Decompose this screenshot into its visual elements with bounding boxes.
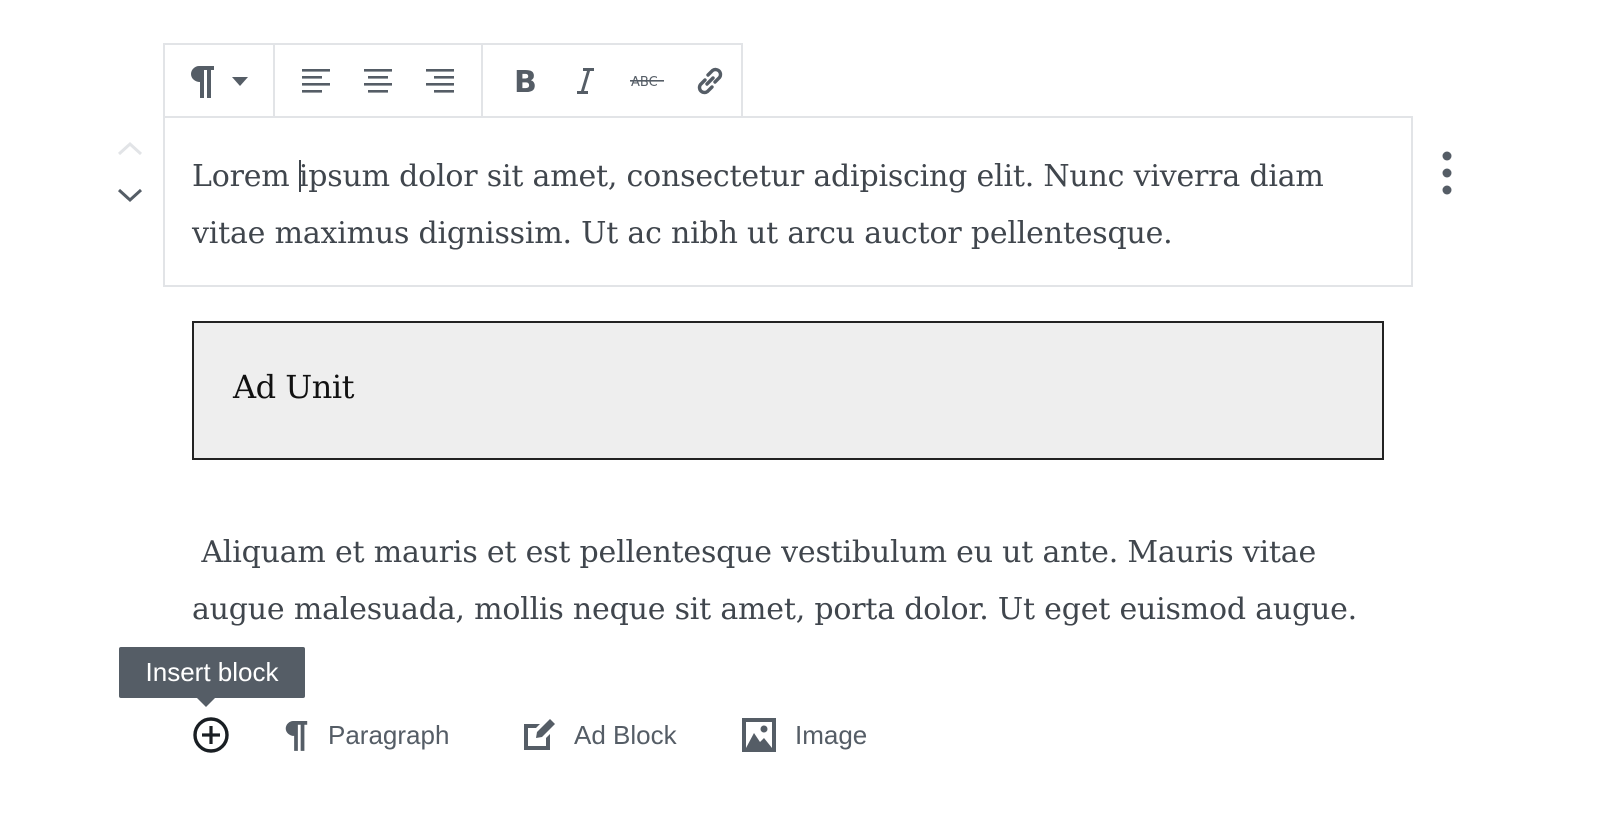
svg-text:ABC: ABC — [631, 75, 658, 90]
chevron-down-icon — [117, 188, 143, 203]
move-up-button[interactable] — [114, 136, 146, 162]
plus-circle-icon — [193, 717, 229, 753]
block-toolbar: B ABC — [163, 43, 743, 117]
image-icon — [742, 718, 776, 752]
caret-down-icon — [232, 77, 248, 86]
pilcrow-icon — [191, 66, 214, 98]
chevron-up-icon — [117, 141, 143, 156]
edit-icon — [524, 719, 555, 750]
paragraph-text[interactable]: Lorem ipsum dolor sit amet, consectetur … — [192, 148, 1352, 262]
more-options-button[interactable] — [1430, 150, 1464, 196]
bold-icon: B — [514, 66, 536, 96]
link-icon — [697, 67, 723, 95]
insert-block-tooltip: Insert block — [119, 647, 305, 698]
ellipsis-vertical-icon — [1442, 151, 1452, 195]
align-center-button[interactable] — [351, 54, 405, 108]
svg-text:B: B — [514, 66, 536, 96]
italic-button[interactable] — [559, 54, 613, 108]
paragraph-text-2[interactable]: Aliquam et mauris et est pellentesque ve… — [192, 524, 1372, 638]
suggestion-paragraph[interactable]: Paragraph — [282, 710, 449, 760]
suggestion-label: Ad Block — [574, 719, 677, 750]
alignment-group — [275, 45, 483, 117]
move-down-button[interactable] — [114, 182, 146, 208]
tooltip-arrow — [196, 697, 216, 707]
strikethrough-icon: ABC — [630, 75, 664, 90]
italic-icon — [577, 68, 594, 94]
align-center-icon — [364, 69, 392, 93]
align-left-button[interactable] — [289, 54, 343, 108]
format-group: B ABC — [483, 45, 751, 117]
block-type-switcher[interactable] — [179, 54, 259, 108]
bold-button[interactable]: B — [497, 54, 551, 108]
suggestion-ad-block[interactable]: Ad Block — [522, 710, 677, 760]
ad-unit-block[interactable]: Ad Unit — [192, 321, 1384, 460]
link-button[interactable] — [683, 54, 737, 108]
suggestion-label: Paragraph — [328, 719, 450, 750]
pilcrow-icon — [285, 721, 308, 751]
align-left-icon — [302, 69, 330, 93]
ad-unit-label: Ad Unit — [233, 368, 354, 406]
suggestion-label: Image — [795, 719, 868, 750]
strikethrough-button[interactable]: ABC — [621, 54, 675, 108]
align-right-button[interactable] — [413, 54, 467, 108]
block-type-group — [165, 45, 275, 117]
text-cursor — [299, 160, 301, 192]
suggestion-image[interactable]: Image — [741, 710, 867, 760]
align-right-icon — [426, 69, 454, 93]
insert-block-button[interactable] — [190, 714, 232, 756]
